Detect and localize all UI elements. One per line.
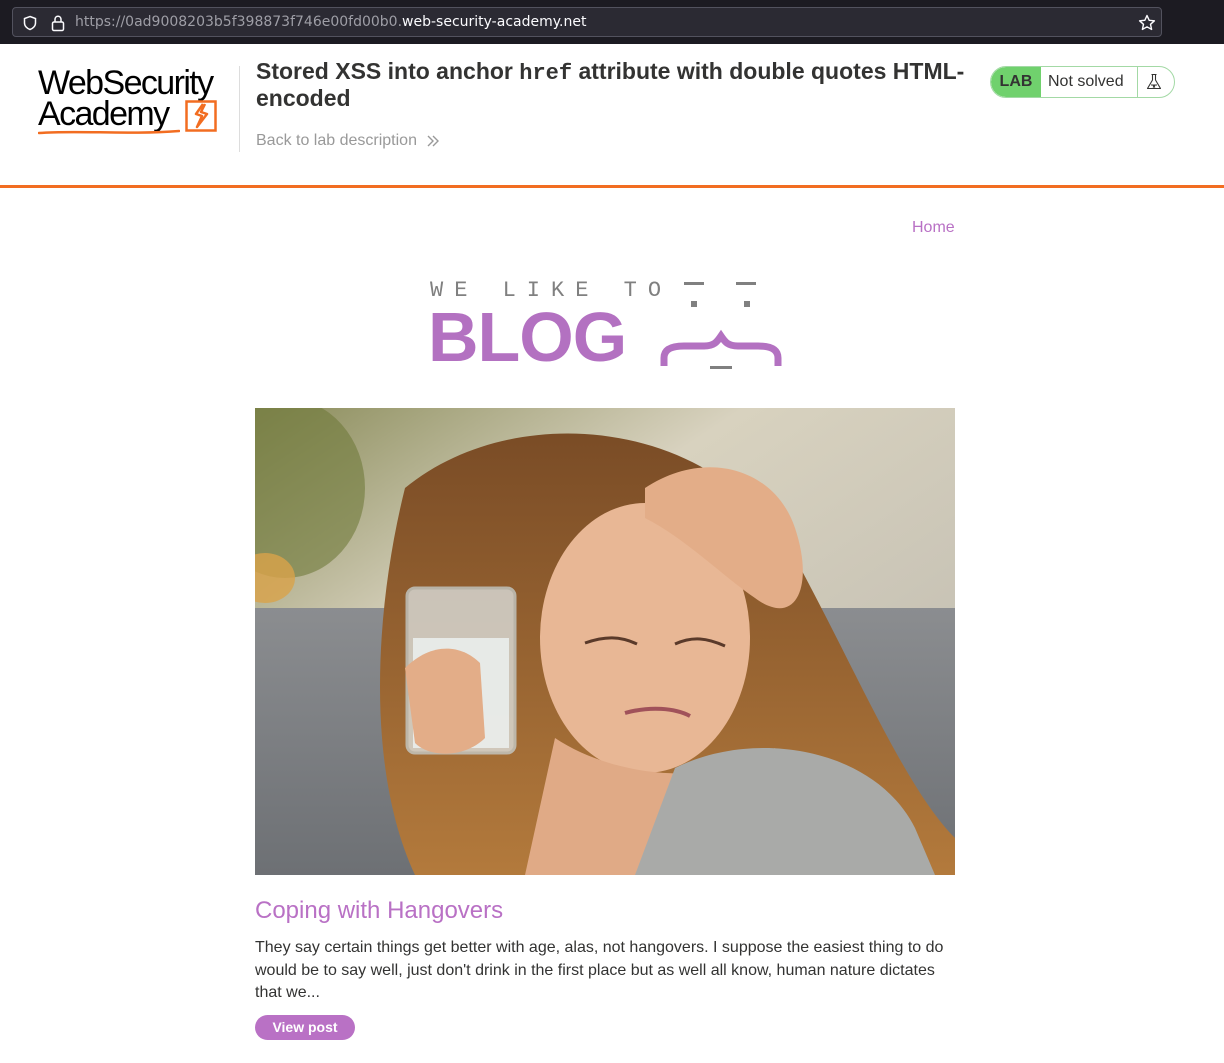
url-text[interactable]: https://0ad9008203b5f398873f746e00fd00b0… xyxy=(75,14,586,30)
lab-title: Stored XSS into anchor href attribute wi… xyxy=(256,59,976,110)
lab-title-code: href xyxy=(519,61,573,86)
url-host: web-security-academy.net xyxy=(402,14,587,30)
lab-header: WebSecurity Academy Stored XSS into anch… xyxy=(0,44,1224,188)
logo-underline xyxy=(38,129,180,135)
blog-face-logo xyxy=(660,282,782,369)
star-icon[interactable] xyxy=(1137,13,1157,33)
chevrons-right-icon[interactable] xyxy=(426,134,440,148)
shield-icon[interactable] xyxy=(22,15,38,31)
nav-home-link[interactable]: Home xyxy=(912,219,955,237)
post-photo xyxy=(255,408,955,875)
view-post-button[interactable]: View post xyxy=(255,1015,355,1040)
post-image[interactable] xyxy=(255,408,955,875)
url-prefix: https://0ad9008203b5f398873f746e00fd00b0… xyxy=(75,14,403,30)
browser-toolbar: https://0ad9008203b5f398873f746e00fd00b0… xyxy=(0,0,1224,44)
academy-logo-mark-icon xyxy=(185,100,217,132)
academy-logo[interactable]: WebSecurity Academy xyxy=(38,64,238,136)
post-excerpt: They say certain things get better with … xyxy=(255,939,944,1001)
lab-status-widget: LAB Not solved xyxy=(990,66,1175,98)
blog-banner: WE LIKE TO BLOG xyxy=(428,278,784,373)
post-title-link[interactable]: Coping with Hangovers xyxy=(255,897,503,925)
url-bar[interactable]: https://0ad9008203b5f398873f746e00fd00b0… xyxy=(12,7,1162,37)
flask-icon xyxy=(1146,73,1162,90)
status-separator xyxy=(1137,67,1138,97)
back-to-lab-description-link[interactable]: Back to lab description xyxy=(256,132,417,150)
lab-badge: LAB xyxy=(991,67,1041,97)
header-divider xyxy=(239,66,240,152)
lab-status-text: Not solved xyxy=(1048,73,1124,90)
lock-icon[interactable] xyxy=(50,14,66,32)
banner-word: BLOG xyxy=(428,298,627,376)
lab-title-start: Stored XSS into anchor xyxy=(256,58,520,84)
